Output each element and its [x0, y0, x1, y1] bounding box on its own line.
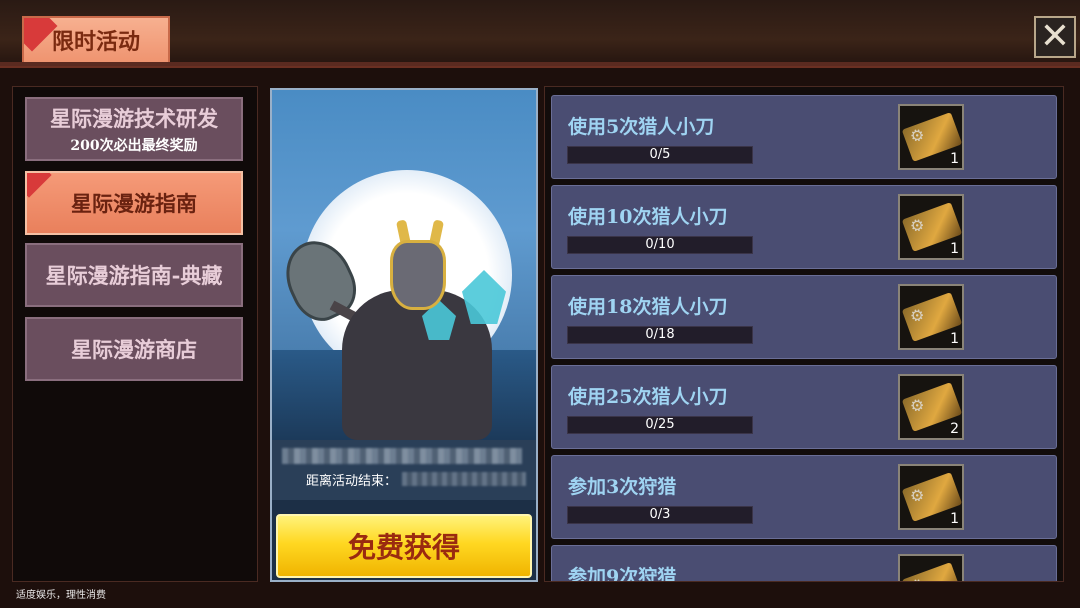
sidebar-item-tech-research[interactable]: 星际漫游技术研发 200次必出最终奖励 — [25, 97, 243, 161]
promo-panel: 距离活动结束： 免费获得 — [270, 88, 538, 582]
activity-end-label: 距离活动结束： — [306, 474, 398, 489]
blurred-end-time — [402, 472, 526, 486]
close-button[interactable]: ✕ — [1034, 16, 1076, 58]
reward-count: 1 — [950, 151, 959, 167]
reward-slot[interactable]: ⚙ 1 — [898, 464, 964, 530]
sidebar-item-sublabel: 200次必出最终奖励 — [70, 138, 198, 154]
sidebar-item-shop[interactable]: 星际漫游商店 — [25, 317, 243, 381]
reward-slot[interactable]: ⚙ — [898, 554, 964, 581]
armored-warrior-illustration — [272, 90, 536, 440]
task-progress-bar: 0/10 — [567, 236, 753, 254]
task-progress-bar: 0/25 — [567, 416, 753, 434]
warrior-helmet — [390, 240, 446, 310]
task-row: 参加9次狩猎 ⚙ — [551, 545, 1057, 582]
sidebar-item-label: 星际漫游指南-典藏 — [45, 263, 223, 288]
reward-slot[interactable]: ⚙ 1 — [898, 104, 964, 170]
reward-count: 2 — [950, 421, 959, 437]
reward-count: 1 — [950, 511, 959, 527]
sidebar-item-guide[interactable]: 星际漫游指南 — [25, 171, 243, 235]
task-row: 使用25次猎人小刀 0/25 ⚙ 2 — [551, 365, 1057, 449]
task-row: 参加3次狩猎 0/3 ⚙ 1 — [551, 455, 1057, 539]
task-title: 使用18次猎人小刀 — [568, 296, 728, 318]
activity-title-tab[interactable]: 限时活动 — [22, 16, 170, 62]
task-title: 使用25次猎人小刀 — [568, 386, 728, 408]
reward-slot[interactable]: ⚙ 2 — [898, 374, 964, 440]
button-area: 免费获得 — [272, 500, 536, 580]
sidebar-item-label: 星际漫游技术研发 — [50, 106, 218, 131]
task-progress-bar: 0/18 — [567, 326, 753, 344]
reward-count: 1 — [950, 331, 959, 347]
task-title: 使用10次猎人小刀 — [568, 206, 728, 228]
sidebar-item-label: 星际漫游商店 — [71, 337, 197, 362]
free-claim-button[interactable]: 免费获得 — [276, 514, 532, 578]
activity-info-strip: 距离活动结束： — [272, 440, 536, 500]
close-icon: ✕ — [1039, 16, 1071, 57]
task-row: 使用5次猎人小刀 0/5 ⚙ 1 — [551, 95, 1057, 179]
sidebar-item-label: 星际漫游指南 — [71, 191, 197, 216]
reward-count: 1 — [950, 241, 959, 257]
sidebar: 星际漫游技术研发 200次必出最终奖励 星际漫游指南 星际漫游指南-典藏 星际漫… — [12, 86, 258, 582]
task-title: 使用5次猎人小刀 — [568, 116, 715, 138]
health-notice: 适度娱乐，理性消费 — [16, 590, 106, 601]
blurred-description — [282, 448, 522, 464]
task-row: 使用18次猎人小刀 0/18 ⚙ 1 — [551, 275, 1057, 359]
task-title: 参加9次狩猎 — [568, 566, 677, 582]
task-list[interactable]: 使用5次猎人小刀 0/5 ⚙ 1 使用10次猎人小刀 0/10 ⚙ 1 使用18… — [544, 86, 1064, 582]
sidebar-item-guide-collection[interactable]: 星际漫游指南-典藏 — [25, 243, 243, 307]
task-title: 参加3次狩猎 — [568, 476, 677, 498]
task-progress-bar: 0/3 — [567, 506, 753, 524]
free-claim-label: 免费获得 — [347, 531, 460, 564]
reward-slot[interactable]: ⚙ 1 — [898, 284, 964, 350]
reward-slot[interactable]: ⚙ 1 — [898, 194, 964, 260]
red-corner-flag — [27, 173, 52, 198]
task-row: 使用10次猎人小刀 0/10 ⚙ 1 — [551, 185, 1057, 269]
page-title: 限时活动 — [51, 29, 140, 55]
task-progress-bar: 0/5 — [567, 146, 753, 164]
